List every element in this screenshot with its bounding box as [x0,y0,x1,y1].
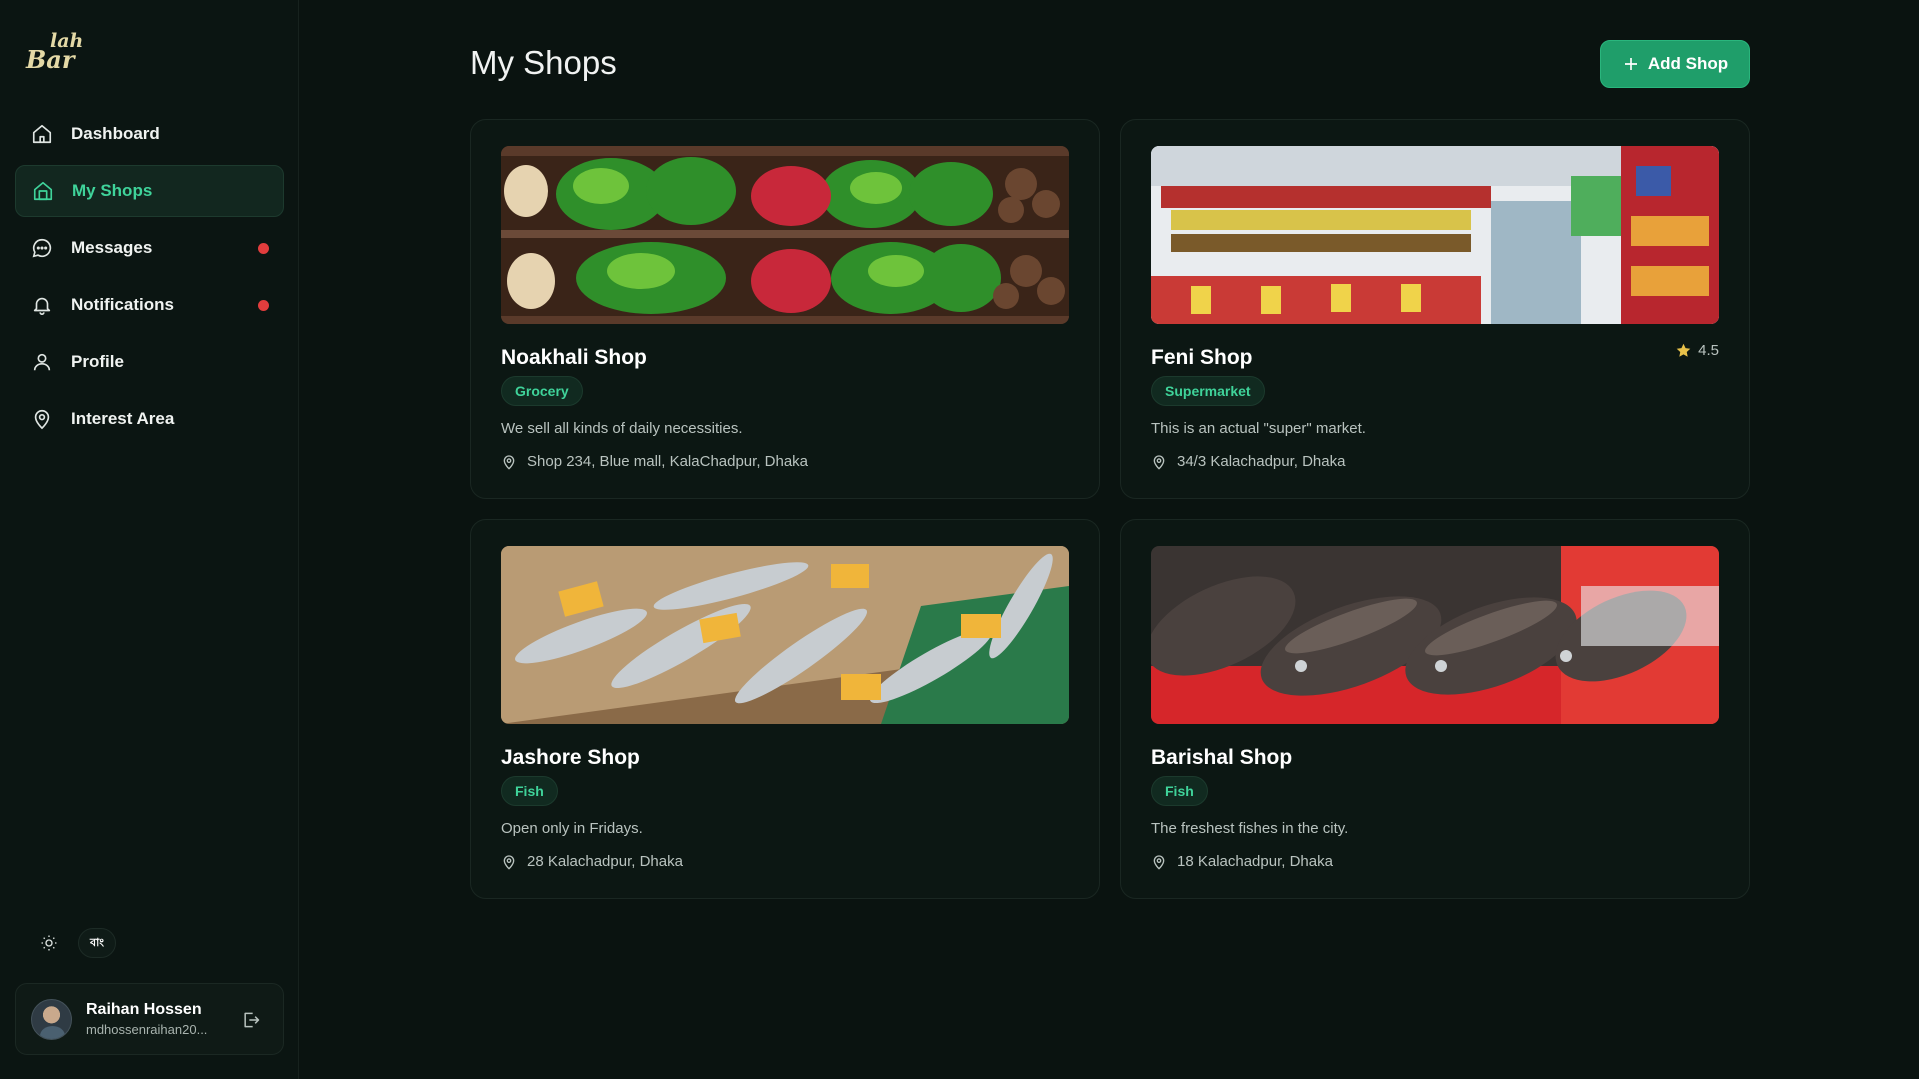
sidebar-item-my-shops[interactable]: My Shops [15,165,284,217]
unread-badge [258,243,269,254]
user-card[interactable]: Raihan Hossen mdhossenraihan20... [15,983,284,1055]
user-name: Raihan Hossen [86,1001,202,1018]
shop-card[interactable]: Jashore Shop Fish Open only in Fridays. … [470,519,1100,899]
sidebar-item-label: Dashboard [71,124,160,143]
shop-image-fish-on-ice [1151,546,1719,724]
shop-icon [32,180,54,202]
shop-description: The freshest fishes in the city. [1151,820,1349,837]
shop-address: 28 Kalachadpur, Dhaka [501,853,683,870]
category-badge: Fish [501,776,558,806]
category-badge: Grocery [501,376,583,406]
sidebar-item-label: Interest Area [71,409,175,428]
shop-address: 34/3 Kalachadpur, Dhaka [1151,453,1345,470]
sidebar-item-profile[interactable]: Profile [15,336,284,388]
shop-description: This is an actual "super" market. [1151,420,1366,437]
map-pin-icon [1153,454,1165,470]
brand-logo[interactable]: lah Bar [26,30,86,74]
sidebar-item-messages[interactable]: Messages [15,222,284,274]
shop-card[interactable]: Noakhali Shop Grocery We sell all kinds … [470,119,1100,499]
shop-address: 18 Kalachadpur, Dhaka [1151,853,1333,870]
shop-address-text: Shop 234, Blue mall, KalaChadpur, Dhaka [527,453,809,470]
page-title: My Shops [470,44,617,81]
star-icon [1676,343,1691,357]
unread-badge [258,300,269,311]
shop-name: Noakhali Shop [501,346,647,369]
chat-icon [31,237,53,259]
user-info: Raihan Hossen mdhossenraihan20... [86,1001,226,1037]
shop-description: We sell all kinds of daily necessities. [501,420,743,437]
shop-name: Barishal Shop [1151,746,1293,769]
shop-address-text: 34/3 Kalachadpur, Dhaka [1177,453,1346,470]
user-email: mdhossenraihan20... [86,1022,208,1037]
category-badge: Supermarket [1151,376,1265,406]
add-shop-label: Add Shop [1647,54,1729,73]
sidebar-item-label: Notifications [71,295,174,314]
shop-address-text: 28 Kalachadpur, Dhaka [527,853,683,870]
sidebar-item-notifications[interactable]: Notifications [15,279,284,331]
shop-image-supermarket [1151,146,1719,324]
shop-name: Jashore Shop [501,746,640,769]
plus-icon [1624,58,1637,70]
shop-address-text: 18 Kalachadpur, Dhaka [1177,853,1333,870]
shop-rating: 4.5 [1675,342,1719,359]
bell-icon [31,294,53,316]
home-icon [31,123,53,145]
shop-image-vegetables [501,146,1069,324]
shop-card[interactable]: Barishal Shop Fish The freshest fishes i… [1120,519,1750,899]
category-badge: Fish [1151,776,1208,806]
sidebar-item-interest-area[interactable]: Interest Area [15,393,284,445]
shop-address: Shop 234, Blue mall, KalaChadpur, Dhaka [501,453,808,470]
language-toggle[interactable]: বাং [78,928,116,958]
rating-value: 4.5 [1698,342,1719,359]
shop-description: Open only in Fridays. [501,820,643,837]
logout-icon[interactable] [241,1010,261,1030]
sidebar-nav: Dashboard My Shops Messages Notification… [15,108,284,450]
logo-text-bottom: Bar [26,45,75,74]
app: lah Bar Dashboard My Shops Messages Noti… [0,0,1919,1079]
map-pin-icon [503,854,515,870]
shop-image-fish-market [501,546,1069,724]
sidebar-item-label: Messages [71,238,153,257]
theme-toggle[interactable] [34,928,64,958]
avatar [31,998,72,1040]
shop-name: Feni Shop [1151,346,1253,369]
user-icon [31,351,53,373]
map-pin-icon [503,454,515,470]
sidebar-item-label: Profile [71,352,124,371]
sidebar-utilities: বাং [34,928,116,958]
map-pin-icon [1153,854,1165,870]
shop-card[interactable]: Feni Shop 4.5 Supermarket This is an act… [1120,119,1750,499]
map-pin-icon [31,408,53,430]
sidebar-item-dashboard[interactable]: Dashboard [15,108,284,160]
sun-icon [41,935,57,951]
sidebar: lah Bar Dashboard My Shops Messages Noti… [0,0,299,1079]
sidebar-item-label: My Shops [72,181,153,200]
add-shop-button[interactable]: Add Shop [1600,40,1750,88]
